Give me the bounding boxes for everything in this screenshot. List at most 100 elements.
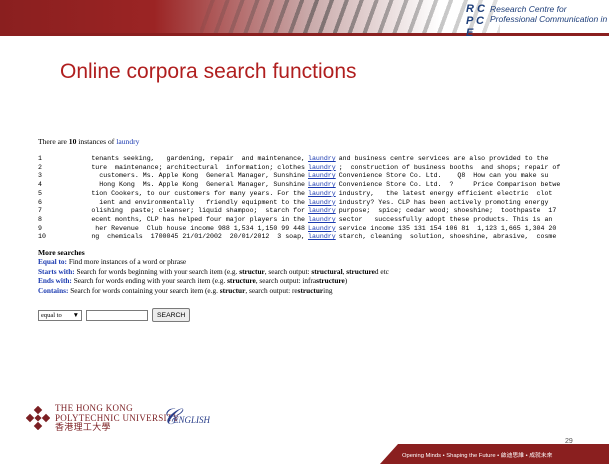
- concordance-keyword-link[interactable]: laundry: [305, 216, 339, 225]
- concordance-keyword-link[interactable]: laundry: [305, 207, 339, 216]
- search-function-output: structur: [297, 285, 324, 295]
- search-function-close: ): [344, 276, 348, 286]
- concordance-keyword-link[interactable]: laundry: [305, 190, 339, 199]
- dropdown-arrow-icon: ▼: [72, 311, 79, 319]
- concordance-keyword-link[interactable]: laundry: [305, 164, 339, 173]
- concordance-row: 7 olishing paste; cleanser; liquid shampo…: [38, 207, 598, 216]
- search-type-value: equal to: [41, 311, 62, 319]
- concordance-keyword-link[interactable]: laundry: [305, 199, 339, 208]
- search-function-item: Starts with: Search for words beginning …: [38, 267, 598, 277]
- concordance-left-context: ecent months, CLP has helped four major …: [91, 215, 305, 223]
- concordance-keyword-link[interactable]: laundry: [305, 233, 339, 242]
- concordance-right-context: Convenience Store Co. Ltd. ? Price Compa…: [338, 181, 561, 189]
- concordance-number: 9: [38, 224, 42, 232]
- search-type-select[interactable]: equal to ▼: [38, 309, 82, 321]
- concordance-left-context: ture maintenance; architectural informat…: [91, 163, 305, 171]
- search-form: equal to ▼ SEARCH: [38, 308, 598, 323]
- search-function-item: Contains: Search for words containing yo…: [38, 286, 598, 296]
- keyword-link[interactable]: laundry: [116, 137, 139, 146]
- concordance-row: 10 ng chemicals 1700045 21/01/2002 20/01/…: [38, 233, 598, 242]
- concordance-row: 6 ient and environmentally friendly equip…: [38, 199, 598, 208]
- concordance-number: 5: [38, 189, 42, 197]
- concordance-left-context: tenants seeking, gardening, repair and m…: [91, 155, 305, 162]
- concordance-keyword-link[interactable]: Laundry: [305, 225, 339, 234]
- concordance-left-context: her Revenue Club house income 988 1,534 …: [95, 224, 305, 232]
- search-results-panel: There are 10 instances of laundry 1 tenan…: [38, 137, 598, 323]
- concordance-right-context: service income 135 131 154 106 81 1,123 …: [338, 224, 557, 232]
- search-function-desc4: d etc: [374, 266, 389, 276]
- english-department-logo: 𝒞 ENGLISH: [162, 404, 210, 429]
- footer-tagline: Opening Minds • Shaping the Future • 啟迪思…: [402, 453, 553, 459]
- concordance-row: 4 Hong Kong Ms. Apple Kong General Manage…: [38, 181, 598, 190]
- more-searches-title: More searches: [38, 248, 85, 258]
- rcpce-name: Research Centre for Professional Communi…: [490, 4, 608, 24]
- concordance-row: 5 tion Cookers, to our customers for many…: [38, 190, 598, 199]
- search-function-example: structur: [239, 266, 265, 276]
- rcpce-logo: R CP C E: [466, 3, 485, 39]
- search-function-list: Equal to: Find more instances of a word …: [38, 257, 598, 295]
- search-function-desc: Search for words containing your search …: [68, 285, 220, 295]
- search-function-example: structur: [219, 285, 246, 295]
- concordance-keyword-link[interactable]: Laundry: [305, 172, 339, 181]
- search-function-output2: structure: [346, 266, 375, 276]
- search-function-desc: Search for words beginning with your sea…: [74, 266, 240, 276]
- concordance-row: 9 her Revenue Club house income 988 1,534…: [38, 225, 598, 234]
- english-logo-text: ENGLISH: [172, 415, 210, 425]
- concordance-right-context: starch, cleaning solution, shoeshine, ab…: [338, 233, 557, 241]
- concordance-left-context: tion Cookers, to our customers for many …: [91, 189, 305, 197]
- concordance-list: 1 tenants seeking, gardening, repair and …: [38, 155, 598, 242]
- instances-mid: instances of: [78, 137, 115, 146]
- instances-count: 10: [68, 137, 77, 146]
- search-function-output: structure: [316, 276, 345, 286]
- search-function-desc: Find more instances of a word or phrase: [67, 257, 187, 267]
- concordance-number: 3: [38, 172, 42, 180]
- top-banner: R CP C E Research Centre for Professiona…: [0, 0, 609, 40]
- rcpce-line1: Research Centre for: [490, 4, 567, 14]
- page-number: 29: [565, 438, 573, 445]
- concordance-right-context: industry, the latest energy efficient el…: [338, 189, 553, 197]
- banner-divider: [0, 33, 609, 36]
- concordance-row: 8 ecent months, CLP has helped four major…: [38, 216, 598, 225]
- concordance-right-context: ; construction of business booths and sh…: [338, 163, 561, 171]
- concordance-number: 8: [38, 215, 42, 223]
- search-button[interactable]: SEARCH: [152, 308, 191, 323]
- concordance-right-context: sector successfully adopt these products…: [338, 215, 553, 223]
- search-function-item: Ends with: Search for words ending with …: [38, 276, 598, 286]
- concordance-left-context: ng chemicals 1700045 21/01/2002 20/01/20…: [91, 233, 305, 241]
- search-function-desc3: ing: [323, 285, 333, 295]
- search-input[interactable]: [86, 309, 148, 321]
- footer-bar: Opening Minds • Shaping the Future • 啟迪思…: [380, 444, 609, 464]
- concordance-right-context: Convenience Store Co. Ltd. Q8 How can yo…: [338, 172, 549, 180]
- concordance-right-context: purpose; spice; cedar wood; shoeshine; t…: [338, 207, 557, 215]
- concordance-number: 2: [38, 163, 42, 171]
- concordance-number: 1: [38, 155, 42, 162]
- polyu-emblem-icon: [26, 406, 50, 431]
- rcpce-line2: Professional Communication in English: [490, 14, 608, 24]
- concordance-row: 3 customers. Ms. Apple Kong General Manag…: [38, 172, 598, 181]
- polyu-logo: THE HONG KONG POLYTECHNIC UNIVERSITY 香港理…: [26, 403, 179, 433]
- search-function-name: Ends with:: [38, 276, 72, 286]
- slide-title: Online corpora search functions: [60, 60, 357, 83]
- search-function-desc: Search for words ending with your search…: [71, 276, 228, 286]
- banner-stripes: [200, 0, 500, 33]
- concordance-left-context: Hong Kong Ms. Apple Kong General Manager…: [99, 181, 305, 189]
- search-function-item: Equal to: Find more instances of a word …: [38, 257, 598, 267]
- instances-summary: There are 10 instances of laundry: [38, 137, 598, 146]
- concordance-number: 4: [38, 181, 42, 189]
- search-function-output: structural: [311, 266, 343, 276]
- search-function-name: Starts with:: [38, 266, 75, 276]
- search-function-desc2: , search output:: [264, 266, 312, 276]
- instances-prefix: There are: [38, 137, 67, 146]
- concordance-row: 2 ture maintenance; architectural informa…: [38, 164, 598, 173]
- concordance-right-context: and business centre services are also pr…: [338, 155, 549, 162]
- search-function-example: structure: [227, 276, 256, 286]
- concordance-keyword-link[interactable]: laundry: [305, 155, 339, 164]
- concordance-left-context: customers. Ms. Apple Kong General Manage…: [99, 172, 305, 180]
- concordance-left-context: ient and environmentally friendly equipm…: [99, 198, 305, 206]
- concordance-row: 1 tenants seeking, gardening, repair and …: [38, 155, 598, 164]
- search-function-name: Equal to:: [38, 257, 67, 267]
- search-function-desc2: , search output: infra: [255, 276, 317, 286]
- concordance-right-context: industry? Yes. CLP has been actively pro…: [338, 198, 549, 206]
- concordance-keyword-link[interactable]: Laundry: [305, 181, 339, 190]
- concordance-number: 7: [38, 207, 42, 215]
